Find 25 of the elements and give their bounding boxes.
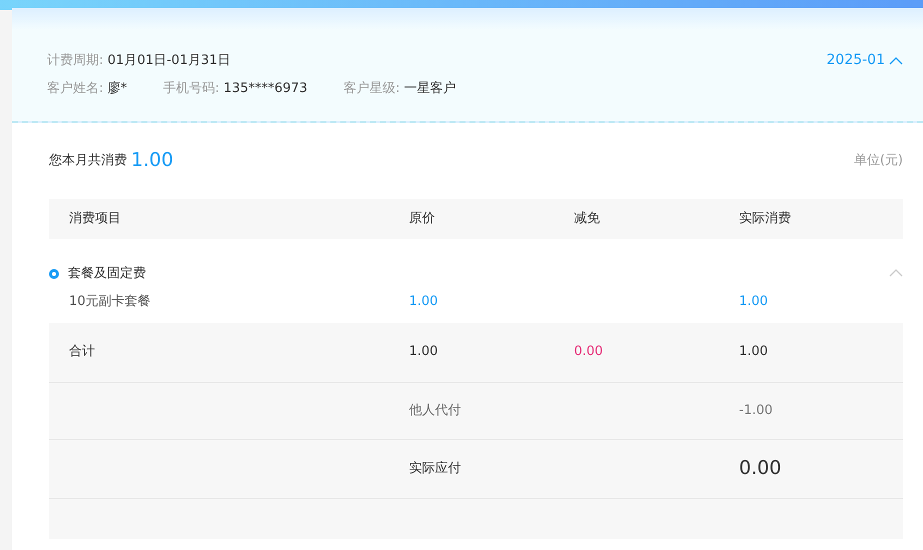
payment-label: 他人代付 xyxy=(409,402,461,418)
actual-value: 1.00 xyxy=(739,294,768,309)
item-name: 10元副卡套餐 xyxy=(69,294,151,309)
payable-label: 实际应付 xyxy=(409,460,461,476)
column-header: 实际消费 xyxy=(739,210,791,226)
category-title[interactable]: 套餐及固定费 xyxy=(68,264,146,284)
column-header: 消费项目 xyxy=(69,210,121,226)
column-header: 原价 xyxy=(409,210,435,226)
billing-period: 计费周期: 01月01日-01月31日 xyxy=(47,52,230,70)
total-actual: 1.00 xyxy=(739,344,768,360)
total-label: 合计 xyxy=(69,344,95,360)
total-amount: 1.00 xyxy=(131,148,174,174)
total-original: 1.00 xyxy=(409,344,438,360)
summary-label: 您本月共消费 xyxy=(49,152,127,170)
customer-info: 客户姓名: 廖* xyxy=(47,80,128,98)
payment-amount: -1.00 xyxy=(739,402,773,418)
column-header: 减免 xyxy=(574,210,600,226)
chevron-up-icon xyxy=(889,56,903,64)
unit-label: 单位(元) xyxy=(854,152,903,170)
price-value: 1.00 xyxy=(409,294,438,309)
customer-info: 客户星级: 一星客户 xyxy=(343,80,456,98)
total-discount: 0.00 xyxy=(574,344,603,360)
bullet-icon xyxy=(49,268,59,278)
customer-info: 手机号码: 135****6973 xyxy=(163,80,308,98)
payable-amount: 0.00 xyxy=(739,457,782,480)
